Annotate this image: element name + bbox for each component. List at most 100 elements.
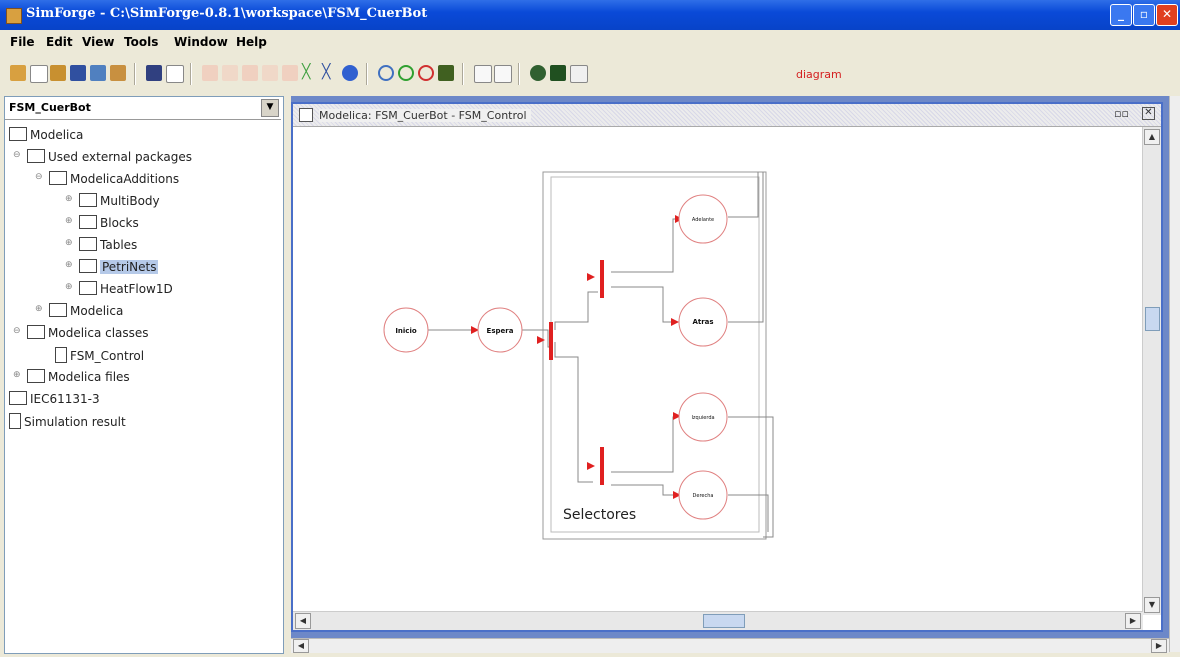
folder-icon bbox=[27, 325, 45, 339]
expand-toggle-icon[interactable]: ⊕ bbox=[35, 304, 43, 314]
expand-toggle-icon[interactable]: ⊕ bbox=[65, 260, 73, 270]
folder-icon bbox=[27, 369, 45, 383]
draw-polygon-icon[interactable] bbox=[262, 65, 278, 81]
expand-toggle-icon[interactable]: ⊕ bbox=[65, 282, 73, 292]
transition-2 bbox=[600, 260, 604, 298]
zoom-out-icon[interactable] bbox=[418, 65, 434, 81]
tree-node[interactable]: ⊕ HeatFlow1D bbox=[65, 281, 173, 296]
minimize-button[interactable]: _ bbox=[1110, 4, 1132, 26]
scroll-right-icon[interactable]: ▶ bbox=[1125, 613, 1141, 629]
tree-node[interactable]: ⊖ Used external packages bbox=[13, 149, 192, 164]
menu-tools[interactable]: Tools bbox=[124, 35, 158, 49]
zoom-in-icon[interactable] bbox=[398, 65, 414, 81]
horizontal-scroll-thumb[interactable] bbox=[703, 614, 745, 628]
save-as-icon[interactable] bbox=[90, 65, 106, 81]
chevron-down-icon[interactable]: ▼ bbox=[261, 99, 279, 117]
outer-scroll-left-icon[interactable]: ◀ bbox=[293, 639, 309, 653]
place-label-inicio: Inicio bbox=[395, 327, 417, 335]
new-file-icon[interactable] bbox=[30, 65, 48, 83]
expand-toggle-icon[interactable]: ⊕ bbox=[65, 238, 73, 248]
restore-icon[interactable]: ▫▫ bbox=[1114, 107, 1129, 120]
folder-icon bbox=[9, 391, 27, 405]
refresh-icon[interactable] bbox=[342, 65, 358, 81]
tree-node[interactable]: ⊕ MultiBody bbox=[65, 193, 160, 208]
text-view-icon[interactable] bbox=[474, 65, 492, 83]
maximize-button[interactable]: ▫ bbox=[1133, 4, 1155, 26]
tree-node-label: HeatFlow1D bbox=[100, 282, 173, 296]
scroll-down-icon[interactable]: ▼ bbox=[1144, 597, 1160, 613]
zoom-icon[interactable] bbox=[378, 65, 394, 81]
save-icon[interactable] bbox=[70, 65, 86, 81]
check-icon[interactable] bbox=[146, 65, 162, 81]
close-icon[interactable]: ✕ bbox=[1142, 107, 1155, 120]
diagram-canvas[interactable]: Selectores Inicio Espera Adelante Atras … bbox=[293, 127, 1133, 615]
open-icon[interactable] bbox=[50, 65, 66, 81]
properties-icon[interactable] bbox=[166, 65, 184, 83]
expand-toggle-icon[interactable]: ⊖ bbox=[13, 150, 21, 160]
expand-toggle-icon[interactable]: ⊕ bbox=[65, 194, 73, 204]
folder-icon bbox=[79, 259, 97, 273]
tree-node[interactable]: IEC61131-3 bbox=[9, 391, 100, 406]
horizontal-scrollbar[interactable]: ◀ ▶ bbox=[293, 611, 1143, 630]
project-combo[interactable]: FSM_CuerBot ▼ bbox=[5, 97, 281, 120]
close-button[interactable]: ✕ bbox=[1156, 4, 1178, 26]
tree-node[interactable]: ⊕ Modelica bbox=[35, 303, 123, 318]
outer-vertical-scrollbar[interactable] bbox=[1169, 96, 1180, 652]
plot-icon[interactable] bbox=[570, 65, 588, 83]
book-icon[interactable] bbox=[438, 65, 454, 81]
draw-ellipse-icon[interactable] bbox=[242, 65, 258, 81]
package-tree-panel: FSM_CuerBot ▼ Modelica ⊖ Used external pac… bbox=[4, 96, 284, 654]
tree-node-label: Simulation result bbox=[24, 415, 126, 429]
scroll-up-icon[interactable]: ▲ bbox=[1144, 129, 1160, 145]
draw-line-icon[interactable] bbox=[202, 65, 218, 81]
tree-node[interactable]: Modelica bbox=[9, 127, 83, 142]
connect-icon[interactable]: ╳ bbox=[302, 65, 318, 81]
tree-node-label: Blocks bbox=[100, 216, 139, 230]
folder-icon bbox=[27, 149, 45, 163]
tree-node[interactable]: ⊕ Blocks bbox=[65, 215, 139, 230]
outer-scroll-right-icon[interactable]: ▶ bbox=[1151, 639, 1167, 653]
tree-node-label: Modelica classes bbox=[48, 326, 149, 340]
menu-view[interactable]: View bbox=[82, 35, 114, 49]
tree-node[interactable]: ⊕ Tables bbox=[65, 237, 137, 252]
tree-node-label: MultiBody bbox=[100, 194, 160, 208]
tree-node[interactable]: ⊖ Modelica classes bbox=[13, 325, 149, 340]
scroll-left-icon[interactable]: ◀ bbox=[295, 613, 311, 629]
menu-edit[interactable]: Edit bbox=[46, 35, 73, 49]
expand-toggle-icon[interactable]: ⊕ bbox=[65, 216, 73, 226]
menu-file[interactable]: File bbox=[10, 35, 35, 49]
disconnect-icon[interactable]: ╳ bbox=[322, 65, 338, 81]
draw-rect-icon[interactable] bbox=[222, 65, 238, 81]
split-view-icon[interactable] bbox=[494, 65, 512, 83]
view-mode-label: diagram bbox=[796, 68, 842, 81]
title-bar: SimForge - C:\SimForge-0.8.1\workspace\F… bbox=[0, 0, 1180, 30]
folder-icon bbox=[79, 281, 97, 295]
tree-node[interactable]: ⊕ PetriNets bbox=[65, 259, 159, 274]
document-title-bar[interactable]: Modelica: FSM_CuerBot - FSM_Control ▫▫ ✕ bbox=[293, 104, 1161, 127]
menu-window[interactable]: Window bbox=[174, 35, 228, 49]
tree-node[interactable]: FSM_Control bbox=[55, 347, 144, 363]
tree-node-label: Used external packages bbox=[48, 150, 192, 164]
new-project-icon[interactable] bbox=[10, 65, 26, 81]
gear-icon[interactable] bbox=[530, 65, 546, 81]
menu-help[interactable]: Help bbox=[236, 35, 267, 49]
tree-node-label: Modelica bbox=[30, 128, 84, 142]
selectores-box bbox=[542, 171, 767, 540]
draw-text-icon[interactable] bbox=[282, 65, 298, 81]
vertical-scrollbar[interactable]: ▲ ▼ bbox=[1142, 127, 1161, 615]
expand-toggle-icon[interactable]: ⊖ bbox=[35, 172, 43, 182]
expand-toggle-icon[interactable]: ⊖ bbox=[13, 326, 21, 336]
outer-horizontal-scrollbar[interactable]: ◀ ▶ bbox=[291, 638, 1169, 653]
selectores-label: Selectores bbox=[563, 507, 636, 523]
tree-node[interactable]: Simulation result bbox=[9, 413, 126, 429]
tree-node[interactable]: ⊕ Modelica files bbox=[13, 369, 130, 384]
vertical-scroll-thumb[interactable] bbox=[1145, 307, 1160, 331]
expand-toggle-icon[interactable]: ⊕ bbox=[13, 370, 21, 380]
petri-net-diagram: Selectores Inicio Espera Adelante Atras … bbox=[383, 171, 774, 540]
document-icon bbox=[9, 413, 21, 429]
tree-node[interactable]: ⊖ ModelicaAdditions bbox=[35, 171, 179, 186]
place-label-izquierda: Izquierda bbox=[691, 415, 714, 421]
simulate-icon[interactable] bbox=[550, 65, 566, 81]
toolbar: ╳ ╳ diagram bbox=[0, 56, 1180, 90]
close-file-icon[interactable] bbox=[110, 65, 126, 81]
